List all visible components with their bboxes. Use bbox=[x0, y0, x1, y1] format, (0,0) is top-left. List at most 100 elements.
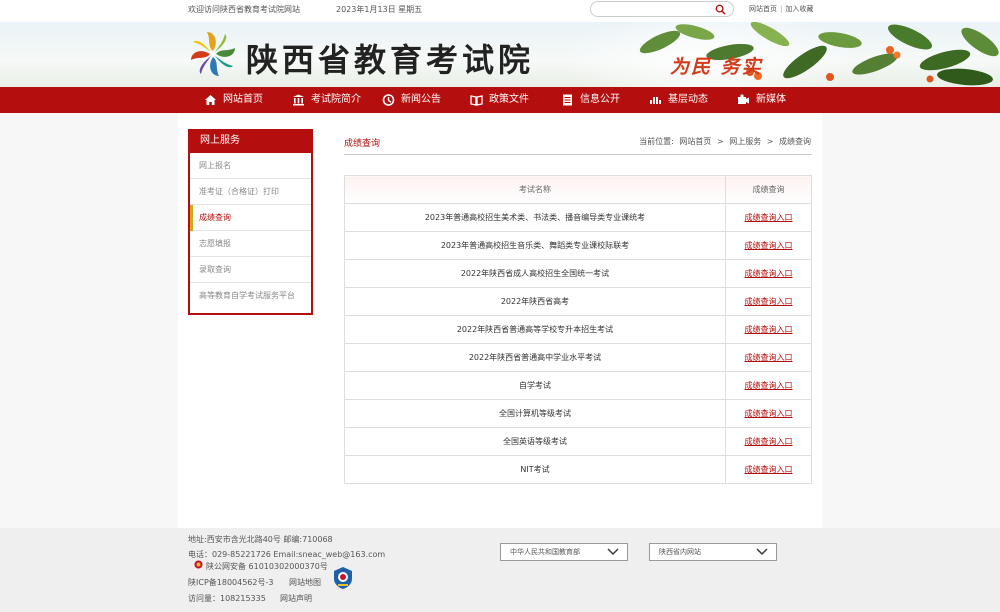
document-icon bbox=[563, 94, 572, 106]
slogan: 为民 务实 bbox=[670, 56, 763, 78]
column-header-exam-name: 考试名称 bbox=[344, 175, 726, 204]
breadcrumb: 当前位置: 网站首页 > 网上服务 > 成绩查询 bbox=[636, 136, 811, 147]
top-bar: 欢迎访问陕西省教育考试院网站 2023年1月13日 星期五 网站首页 | 加入收藏 bbox=[0, 0, 1000, 22]
score-query-link[interactable]: 成绩查询入口 bbox=[745, 269, 793, 278]
breadcrumb-home[interactable]: 网站首页 bbox=[679, 137, 711, 146]
score-query-link[interactable]: 成绩查询入口 bbox=[745, 465, 793, 474]
table-header-row: 考试名称 成绩查询 bbox=[344, 175, 812, 204]
ministry-select[interactable]: 中华人民共和国教育部 bbox=[500, 543, 628, 561]
table-row: NIT考试 成绩查询入口 bbox=[344, 455, 812, 484]
score-link-cell: 成绩查询入口 bbox=[725, 371, 812, 400]
exam-name-cell: 2022年陕西省普通高中学业水平考试 bbox=[344, 343, 726, 372]
sidebar-item-self-study-platform[interactable]: 高等教育自学考试服务平台 bbox=[190, 283, 311, 309]
add-favorite-link[interactable]: 加入收藏 bbox=[785, 5, 813, 13]
sidebar-item-online-registration[interactable]: 网上报名 bbox=[190, 153, 311, 179]
police-badge-icon bbox=[194, 560, 203, 569]
province-select-value: 陕西省内网站 bbox=[659, 548, 701, 556]
breadcrumb-level2[interactable]: 网上服务 bbox=[729, 137, 761, 146]
score-query-link[interactable]: 成绩查询入口 bbox=[745, 297, 793, 306]
table-row: 2023年普通高校招生音乐类、舞蹈类专业课校际联考 成绩查询入口 bbox=[344, 231, 812, 260]
book-icon bbox=[470, 95, 483, 106]
sidebar-item-admission-ticket[interactable]: 准考证（合格证）打印 bbox=[190, 179, 311, 205]
exam-name-cell: 2023年普通高校招生美术类、书法类、播音编导类专业课统考 bbox=[344, 203, 726, 232]
top-links: 网站首页 | 加入收藏 bbox=[749, 4, 813, 14]
nav-label: 考试院简介 bbox=[311, 94, 361, 105]
column-header-score-query: 成绩查询 bbox=[725, 175, 812, 204]
breadcrumb-separator: > bbox=[766, 137, 774, 146]
section-title: 成绩查询 bbox=[344, 139, 381, 149]
exam-name-cell: 全国英语等级考试 bbox=[344, 427, 726, 456]
score-link-cell: 成绩查询入口 bbox=[725, 203, 812, 232]
government-site-badge-icon[interactable] bbox=[333, 566, 353, 590]
score-query-link[interactable]: 成绩查询入口 bbox=[745, 381, 793, 390]
score-link-cell: 成绩查询入口 bbox=[725, 231, 812, 260]
welcome-text: 欢迎访问陕西省教育考试院网站 bbox=[188, 5, 300, 14]
exam-name-cell: 2022年陕西省普通高等学校专升本招生考试 bbox=[344, 315, 726, 344]
table-row: 2022年陕西省普通高中学业水平考试 成绩查询入口 bbox=[344, 343, 812, 372]
home-icon bbox=[205, 95, 216, 105]
pinwheel-logo-icon[interactable] bbox=[188, 29, 238, 79]
chevron-down-icon bbox=[607, 548, 619, 555]
sidebar-item-score-query[interactable]: 成绩查询 bbox=[190, 205, 311, 231]
divider bbox=[344, 154, 812, 155]
search-box bbox=[590, 1, 734, 17]
breadcrumb-current: 成绩查询 bbox=[779, 137, 811, 146]
score-link-cell: 成绩查询入口 bbox=[725, 427, 812, 456]
table-row: 2022年陕西省高考 成绩查询入口 bbox=[344, 287, 812, 316]
table-row: 全国英语等级考试 成绩查询入口 bbox=[344, 427, 812, 456]
nav-label: 新闻公告 bbox=[401, 94, 441, 105]
nav-label: 基层动态 bbox=[668, 94, 708, 105]
home-link[interactable]: 网站首页 bbox=[749, 5, 777, 13]
score-query-link[interactable]: 成绩查询入口 bbox=[745, 213, 793, 222]
footer: 地址:西安市含光北路40号 邮编:710068 电话：029-85221726 … bbox=[0, 528, 1000, 612]
province-sites-select[interactable]: 陕西省内网站 bbox=[649, 543, 777, 561]
nav-label: 新媒体 bbox=[756, 94, 786, 105]
score-link-cell: 成绩查询入口 bbox=[725, 315, 812, 344]
exam-name-cell: 2022年陕西省成人高校招生全国统一考试 bbox=[344, 259, 726, 288]
footer-police-record[interactable]: 陕公网安备 61010302000370号 bbox=[206, 561, 328, 572]
footer-contact: 电话：029-85221726 Email:sneac_web@163.com bbox=[188, 550, 386, 559]
main-nav: 网站首页 考试院简介 新闻公告 政策文件 信息公开 基层动态 新媒体 bbox=[0, 87, 1000, 113]
score-link-cell: 成绩查询入口 bbox=[725, 259, 812, 288]
footer-address: 地址:西安市含光北路40号 邮编:710068 bbox=[188, 535, 333, 544]
score-query-link[interactable]: 成绩查询入口 bbox=[745, 325, 793, 334]
search-input[interactable] bbox=[599, 4, 709, 15]
ministry-select-value: 中华人民共和国教育部 bbox=[510, 548, 580, 556]
current-date: 2023年1月13日 星期五 bbox=[336, 5, 423, 14]
footer-statement-link[interactable]: 网站声明 bbox=[280, 593, 312, 604]
score-query-link[interactable]: 成绩查询入口 bbox=[745, 241, 793, 250]
site-name: 陕西省教育考试院 bbox=[246, 41, 535, 79]
header-banner: 陕西省教育考试院 为民 务实 bbox=[0, 22, 1000, 87]
exam-name-cell: 2023年普通高校招生音乐类、舞蹈类专业课校际联考 bbox=[344, 231, 726, 260]
table-row: 自学考试 成绩查询入口 bbox=[344, 371, 812, 400]
footer-visit-count: 访问量：108215335 bbox=[188, 594, 266, 603]
sidebar-item-volunteer-filling[interactable]: 志愿填报 bbox=[190, 231, 311, 257]
link-separator: | bbox=[780, 5, 783, 13]
sidebar-item-admission-query[interactable]: 录取查询 bbox=[190, 257, 311, 283]
score-link-cell: 成绩查询入口 bbox=[725, 455, 812, 484]
table-row: 2022年陕西省成人高校招生全国统一考试 成绩查询入口 bbox=[344, 259, 812, 288]
search-icon[interactable] bbox=[715, 4, 726, 15]
nav-label: 政策文件 bbox=[489, 94, 529, 105]
score-link-cell: 成绩查询入口 bbox=[725, 399, 812, 428]
score-query-link[interactable]: 成绩查询入口 bbox=[745, 409, 793, 418]
score-link-cell: 成绩查询入口 bbox=[725, 343, 812, 372]
score-query-link[interactable]: 成绩查询入口 bbox=[745, 353, 793, 362]
chevron-down-icon bbox=[756, 548, 768, 555]
media-icon bbox=[738, 94, 749, 104]
score-query-link[interactable]: 成绩查询入口 bbox=[745, 437, 793, 446]
table-row: 2023年普通高校招生美术类、书法类、播音编导类专业课统考 成绩查询入口 bbox=[344, 203, 812, 232]
exam-name-cell: 2022年陕西省高考 bbox=[344, 287, 726, 316]
footer-sitemap-link[interactable]: 网站地图 bbox=[289, 577, 321, 588]
table-row: 全国计算机等级考试 成绩查询入口 bbox=[344, 399, 812, 428]
breadcrumb-separator: > bbox=[716, 137, 724, 146]
signal-icon bbox=[650, 97, 661, 104]
footer-icp[interactable]: 陕ICP备18004562号-3 bbox=[188, 577, 273, 588]
breadcrumb-prefix: 当前位置: bbox=[639, 137, 674, 146]
exam-name-cell: NIT考试 bbox=[344, 455, 726, 484]
sidebar-title: 网上服务 bbox=[190, 129, 311, 153]
score-query-table: 考试名称 成绩查询 2023年普通高校招生美术类、书法类、播音编导类专业课统考成… bbox=[344, 175, 812, 484]
table-row: 2022年陕西省普通高等学校专升本招生考试 成绩查询入口 bbox=[344, 315, 812, 344]
building-icon bbox=[293, 94, 304, 106]
exam-name-cell: 全国计算机等级考试 bbox=[344, 399, 726, 428]
